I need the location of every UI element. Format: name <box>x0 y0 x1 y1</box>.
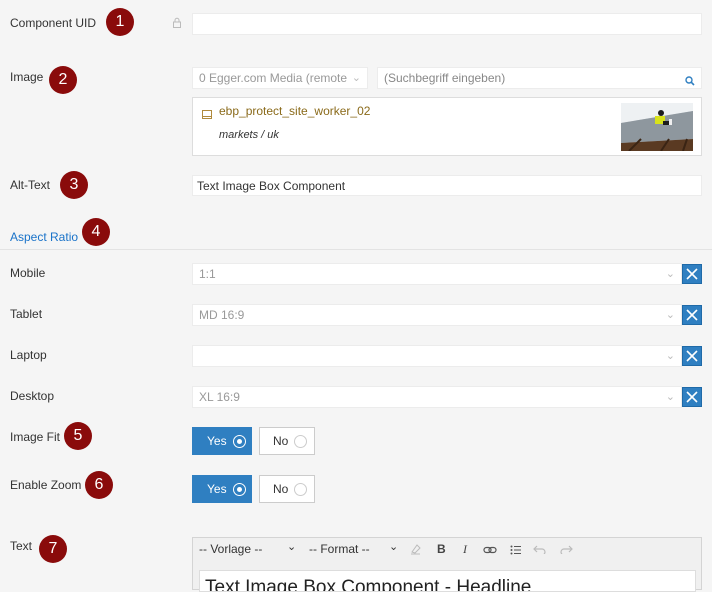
tablet-ratio-select[interactable]: MD 16:9 ⌄ <box>192 304 682 326</box>
component-uid-label: Component UID <box>10 16 97 30</box>
close-icon <box>686 350 698 362</box>
radio-unselected-icon <box>294 483 307 496</box>
mobile-label: Mobile <box>10 266 46 280</box>
chevron-down-icon: ⌄ <box>389 541 399 553</box>
text-label: Text <box>10 539 33 553</box>
radio-selected-icon <box>233 435 246 448</box>
enable-zoom-yes-button[interactable]: Yes <box>192 475 252 503</box>
media-source-value: 0 Egger.com Media (remote <box>199 71 348 85</box>
mobile-ratio-select[interactable]: 1:1 ⌄ <box>192 263 682 285</box>
image-label: Image <box>10 70 44 84</box>
bold-button[interactable]: B <box>437 542 446 556</box>
annotation-badge-1: 1 <box>106 8 134 36</box>
chevron-down-icon: ⌄ <box>348 68 361 88</box>
image-fit-yes-button[interactable]: Yes <box>192 427 252 455</box>
chevron-down-icon: ⌄ <box>287 541 297 553</box>
bullet-list-icon[interactable] <box>510 544 522 558</box>
close-icon <box>686 309 698 321</box>
vorlage-value: -- Vorlage -- <box>199 542 263 556</box>
rich-text-editor: -- Vorlage -- ⌄ -- Format -- ⌄ B I Text … <box>192 537 702 592</box>
image-file-icon <box>202 108 212 122</box>
laptop-label: Laptop <box>10 348 47 362</box>
enable-zoom-no-label: No <box>273 482 289 496</box>
mobile-clear-button[interactable] <box>682 264 702 284</box>
radio-unselected-icon <box>294 435 307 448</box>
chevron-down-icon: ⌄ <box>665 309 675 321</box>
enable-zoom-yes-label: Yes <box>207 482 227 496</box>
enable-zoom-label: Enable Zoom <box>10 478 82 492</box>
clear-format-icon[interactable] <box>409 542 422 558</box>
mobile-ratio-value: 1:1 <box>199 267 216 281</box>
chevron-down-icon: ⌄ <box>665 268 675 280</box>
italic-button[interactable]: I <box>463 542 467 557</box>
redo-icon[interactable] <box>559 543 573 557</box>
image-file-name[interactable]: ebp_protect_site_worker_02 <box>219 104 370 118</box>
tablet-clear-button[interactable] <box>682 305 702 325</box>
component-uid-input[interactable] <box>192 13 702 35</box>
image-thumbnail[interactable] <box>621 103 693 151</box>
image-search-input[interactable]: (Suchbegriff eingeben) <box>377 67 702 89</box>
image-file-path: markets / uk <box>219 129 279 141</box>
annotation-badge-4: 4 <box>82 218 110 246</box>
close-icon <box>686 268 698 280</box>
alt-text-input[interactable]: Text Image Box Component <box>192 175 702 196</box>
link-icon[interactable] <box>483 544 497 558</box>
media-source-select[interactable]: 0 Egger.com Media (remote ⌄ <box>192 67 368 89</box>
format-value: -- Format -- <box>309 542 370 556</box>
search-icon[interactable] <box>685 72 695 92</box>
vorlage-select[interactable]: -- Vorlage -- ⌄ <box>199 541 299 558</box>
alt-text-label: Alt-Text <box>10 178 51 192</box>
desktop-clear-button[interactable] <box>682 387 702 407</box>
image-fit-label: Image Fit <box>10 430 61 444</box>
selected-image-card[interactable]: ebp_protect_site_worker_02 markets / uk <box>192 97 702 156</box>
radio-selected-icon <box>233 483 246 496</box>
section-divider <box>0 249 712 250</box>
laptop-ratio-select[interactable]: ⌄ <box>192 345 682 367</box>
image-fit-yes-label: Yes <box>207 434 227 448</box>
desktop-label: Desktop <box>10 389 55 403</box>
desktop-ratio-select[interactable]: XL 16:9 ⌄ <box>192 386 682 408</box>
image-search-placeholder: (Suchbegriff eingeben) <box>384 71 506 85</box>
annotation-badge-5: 5 <box>64 422 92 450</box>
annotation-badge-2: 2 <box>49 66 77 94</box>
image-fit-no-button[interactable]: No <box>259 427 315 455</box>
desktop-ratio-value: XL 16:9 <box>199 390 240 404</box>
lock-icon <box>172 17 182 31</box>
annotation-badge-6: 6 <box>85 471 113 499</box>
undo-icon[interactable] <box>533 543 547 557</box>
format-select[interactable]: -- Format -- ⌄ <box>309 541 399 558</box>
editor-content-area[interactable]: Text Image Box Component - Headline <box>199 570 696 592</box>
enable-zoom-no-button[interactable]: No <box>259 475 315 503</box>
annotation-badge-7: 7 <box>39 535 67 563</box>
close-icon <box>686 391 698 403</box>
chevron-down-icon: ⌄ <box>665 391 675 403</box>
image-fit-no-label: No <box>273 434 289 448</box>
aspect-ratio-tab[interactable]: Aspect Ratio <box>10 230 78 244</box>
chevron-down-icon: ⌄ <box>665 350 675 362</box>
laptop-clear-button[interactable] <box>682 346 702 366</box>
tablet-label: Tablet <box>10 307 43 321</box>
annotation-badge-3: 3 <box>60 171 88 199</box>
tablet-ratio-value: MD 16:9 <box>199 308 245 322</box>
